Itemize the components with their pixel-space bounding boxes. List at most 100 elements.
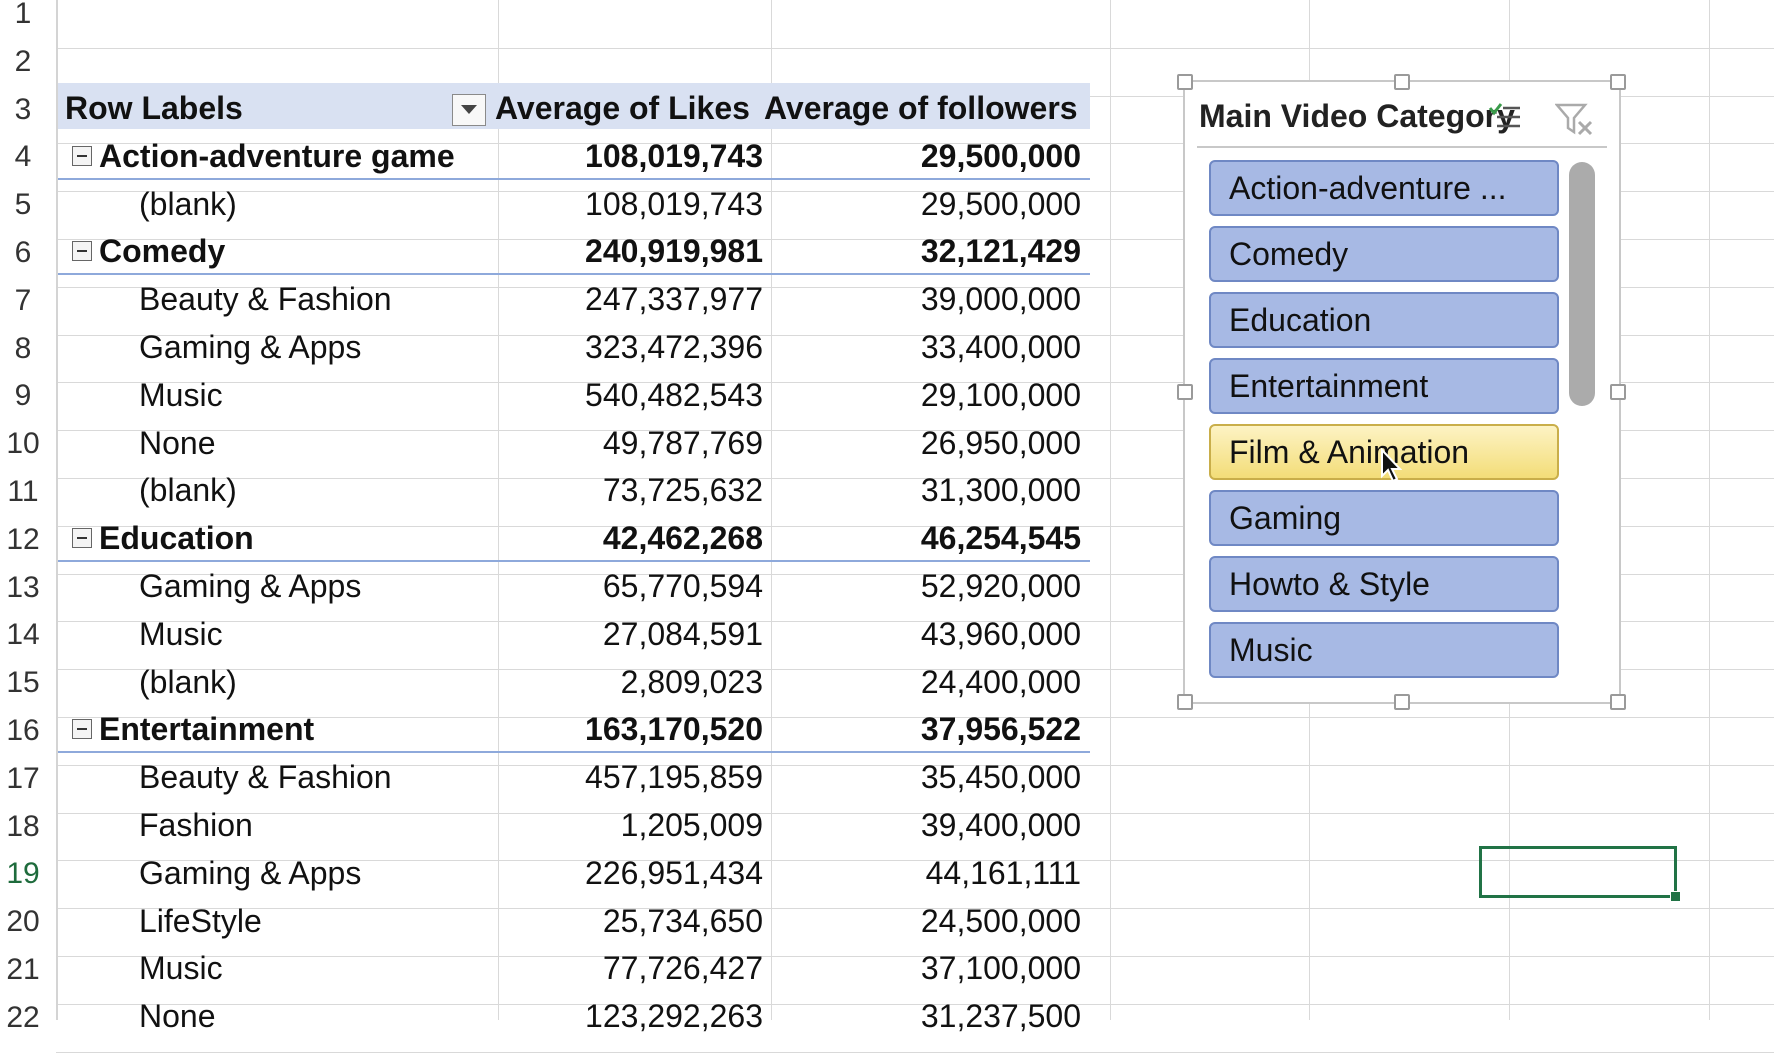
row-number[interactable]: 5	[0, 181, 46, 229]
pivot-item-label[interactable]: Music	[139, 610, 223, 658]
pivot-followers-value[interactable]: 29,500,000	[775, 132, 1081, 180]
pivot-item-label[interactable]: LifeStyle	[139, 897, 262, 945]
row-number[interactable]: 22	[0, 994, 46, 1042]
row-number[interactable]: 18	[0, 803, 46, 851]
pivot-followers-value[interactable]: 39,000,000	[775, 275, 1081, 323]
pivot-item-label[interactable]: (blank)	[139, 658, 237, 706]
row-number[interactable]: 19	[0, 850, 46, 898]
slicer-item-button[interactable]: Gaming	[1209, 490, 1559, 546]
collapse-group-icon[interactable]	[72, 145, 92, 166]
pivot-followers-value[interactable]: 37,100,000	[775, 944, 1081, 992]
pivot-item-label[interactable]: (blank)	[139, 466, 237, 514]
pivot-group-label[interactable]: Action-adventure game	[99, 132, 455, 180]
pivot-followers-value[interactable]: 29,500,000	[775, 180, 1081, 228]
pivot-group-label[interactable]: Entertainment	[99, 705, 314, 753]
resize-handle[interactable]	[1177, 694, 1193, 710]
pivot-followers-value[interactable]: 29,100,000	[775, 371, 1081, 419]
row-number[interactable]: 13	[0, 564, 46, 612]
row-number[interactable]: 21	[0, 946, 46, 994]
pivot-item-label[interactable]: Gaming & Apps	[139, 562, 361, 610]
clear-filter-icon[interactable]	[1555, 102, 1595, 136]
pivot-likes-value[interactable]: 73,725,632	[500, 466, 763, 514]
resize-handle[interactable]	[1394, 694, 1410, 710]
pivot-item-label[interactable]: (blank)	[139, 180, 237, 228]
pivot-item-label[interactable]: Beauty & Fashion	[139, 275, 392, 323]
pivot-likes-value[interactable]: 2,809,023	[500, 658, 763, 706]
multi-select-icon[interactable]	[1487, 102, 1521, 132]
pivot-likes-value[interactable]: 42,462,268	[500, 514, 763, 562]
pivot-likes-value[interactable]: 323,472,396	[500, 323, 763, 371]
collapse-group-icon[interactable]	[72, 241, 92, 262]
pivot-item-label[interactable]: Music	[139, 371, 223, 419]
collapse-group-icon[interactable]	[72, 719, 92, 740]
pivot-likes-value[interactable]: 27,084,591	[500, 610, 763, 658]
slicer-item-button[interactable]: Music	[1209, 622, 1559, 678]
slicer-item-button[interactable]: Comedy	[1209, 226, 1559, 282]
pivot-likes-value[interactable]: 77,726,427	[500, 944, 763, 992]
row-number[interactable]: 9	[0, 372, 46, 420]
row-number[interactable]: 4	[0, 133, 46, 181]
resize-handle[interactable]	[1177, 384, 1193, 400]
row-number[interactable]: 12	[0, 516, 46, 564]
pivot-likes-value[interactable]: 540,482,543	[500, 371, 763, 419]
row-number[interactable]: 3	[0, 86, 46, 134]
pivot-item-label[interactable]: Beauty & Fashion	[139, 753, 392, 801]
pivot-followers-value[interactable]: 46,254,545	[775, 514, 1081, 562]
pivot-followers-value[interactable]: 37,956,522	[775, 705, 1081, 753]
row-number[interactable]: 16	[0, 707, 46, 755]
resize-handle[interactable]	[1610, 384, 1626, 400]
pivot-followers-header[interactable]: Average of followers	[764, 84, 1078, 132]
resize-handle[interactable]	[1610, 74, 1626, 90]
pivot-item-label[interactable]: None	[139, 992, 216, 1040]
pivot-likes-value[interactable]: 123,292,263	[500, 992, 763, 1040]
row-number[interactable]: 10	[0, 420, 46, 468]
pivot-followers-value[interactable]: 26,950,000	[775, 419, 1081, 467]
slicer-item-button[interactable]: Education	[1209, 292, 1559, 348]
pivot-likes-value[interactable]: 108,019,743	[500, 180, 763, 228]
pivot-likes-value[interactable]: 108,019,743	[500, 132, 763, 180]
collapse-group-icon[interactable]	[72, 528, 92, 549]
pivot-likes-value[interactable]: 226,951,434	[500, 849, 763, 897]
row-number[interactable]: 7	[0, 277, 46, 325]
resize-handle[interactable]	[1394, 74, 1410, 90]
slicer-scrollbar-thumb[interactable]	[1569, 162, 1595, 406]
pivot-item-label[interactable]: None	[139, 419, 216, 467]
row-labels-filter-dropdown-icon[interactable]	[452, 94, 486, 126]
pivot-likes-value[interactable]: 240,919,981	[500, 227, 763, 275]
pivot-followers-value[interactable]: 33,400,000	[775, 323, 1081, 371]
row-number[interactable]: 11	[0, 468, 46, 516]
pivot-likes-value[interactable]: 49,787,769	[500, 419, 763, 467]
row-number[interactable]: 8	[0, 325, 46, 373]
slicer-item-button[interactable]: Action-adventure ...	[1209, 160, 1559, 216]
slicer-item-button[interactable]: Howto & Style	[1209, 556, 1559, 612]
pivot-followers-value[interactable]: 31,300,000	[775, 466, 1081, 514]
main-video-category-slicer[interactable]: Main Video Category Action-adventure ...…	[1183, 80, 1621, 704]
pivot-followers-value[interactable]: 24,500,000	[775, 897, 1081, 945]
pivot-likes-value[interactable]: 65,770,594	[500, 562, 763, 610]
pivot-likes-value[interactable]: 25,734,650	[500, 897, 763, 945]
pivot-followers-value[interactable]: 31,237,500	[775, 992, 1081, 1040]
pivot-item-label[interactable]: Gaming & Apps	[139, 849, 361, 897]
resize-handle[interactable]	[1177, 74, 1193, 90]
pivot-row-labels-header[interactable]: Row Labels	[65, 84, 243, 132]
pivot-likes-header[interactable]: Average of Likes	[495, 84, 750, 132]
pivot-item-label[interactable]: Music	[139, 944, 223, 992]
pivot-likes-value[interactable]: 247,337,977	[500, 275, 763, 323]
row-number[interactable]: 2	[0, 38, 46, 86]
pivot-likes-value[interactable]: 163,170,520	[500, 705, 763, 753]
pivot-likes-value[interactable]: 457,195,859	[500, 753, 763, 801]
row-number[interactable]: 17	[0, 755, 46, 803]
pivot-followers-value[interactable]: 43,960,000	[775, 610, 1081, 658]
pivot-group-label[interactable]: Education	[99, 514, 254, 562]
pivot-group-label[interactable]: Comedy	[99, 227, 225, 275]
pivot-followers-value[interactable]: 44,161,111	[775, 849, 1081, 897]
pivot-followers-value[interactable]: 39,400,000	[775, 801, 1081, 849]
pivot-followers-value[interactable]: 52,920,000	[775, 562, 1081, 610]
pivot-followers-value[interactable]: 35,450,000	[775, 753, 1081, 801]
row-number[interactable]: 14	[0, 611, 46, 659]
pivot-item-label[interactable]: Gaming & Apps	[139, 323, 361, 371]
active-cell-selection[interactable]	[1479, 846, 1681, 902]
pivot-likes-value[interactable]: 1,205,009	[500, 801, 763, 849]
pivot-followers-value[interactable]: 24,400,000	[775, 658, 1081, 706]
pivot-followers-value[interactable]: 32,121,429	[775, 227, 1081, 275]
